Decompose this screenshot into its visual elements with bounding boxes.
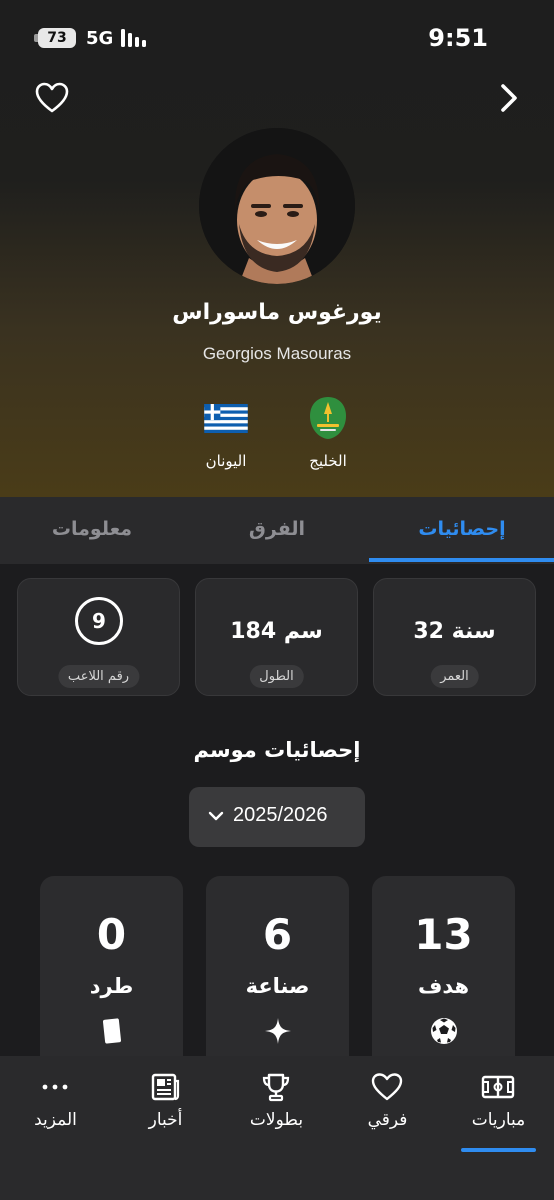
player-photo (199, 128, 355, 284)
nav-active-indicator (461, 1148, 536, 1152)
statistics-content: 32 سنة العمر 184 سم الطول 9 رقم اللاعب إ… (0, 564, 554, 1076)
status-bar: 73 5G 9:51 (0, 20, 554, 56)
heart-icon (371, 1073, 403, 1101)
tab-info[interactable]: معلومات (0, 497, 184, 564)
goals-card[interactable]: 13 هدف (372, 876, 515, 1076)
goals-value: 13 (414, 910, 473, 959)
club-name[interactable]: الخليج (288, 452, 368, 470)
pitch-icon (481, 1075, 515, 1099)
more-dots-icon (42, 1084, 68, 1090)
signal-icon (121, 29, 146, 47)
tab-active-indicator (369, 558, 554, 562)
chevron-down-icon (208, 811, 224, 821)
status-time: 9:51 (428, 24, 488, 52)
soccer-ball-icon (431, 1018, 457, 1044)
season-stats-title: إحصائيات موسم (193, 738, 361, 762)
player-name-arabic: يورغوس ماسوراس (172, 300, 382, 325)
player-name-english: Georgios Masouras (202, 344, 352, 363)
nav-leagues[interactable]: بطولات (221, 1056, 332, 1156)
greece-flag-icon[interactable] (204, 404, 248, 433)
nav-my-teams[interactable]: فرقي (332, 1056, 443, 1156)
nav-matches-label: مباريات (471, 1110, 526, 1130)
club-logo-icon[interactable] (308, 396, 348, 440)
assists-card[interactable]: 6 صناعة (206, 876, 349, 1076)
tab-statistics[interactable]: إحصائيات (370, 497, 554, 564)
height-value: 184 سم (230, 619, 323, 644)
assists-value: 6 (262, 910, 293, 959)
red-cards-value: 0 (96, 910, 127, 959)
goals-label: هدف (417, 974, 470, 998)
nav-more-label: المزيد (34, 1110, 77, 1130)
country-name[interactable]: اليونان (186, 452, 266, 470)
jersey-number-card: 9 رقم اللاعب (17, 578, 180, 696)
player-header: 73 5G 9:51 يورغوس ماسوراس Georgios Masou… (0, 0, 554, 497)
newspaper-icon (151, 1073, 180, 1101)
nav-more[interactable]: المزيد (0, 1056, 111, 1156)
network-type: 5G (86, 28, 114, 49)
sparkle-icon (265, 1018, 291, 1044)
age-value: 32 سنة (413, 619, 496, 644)
battery-indicator: 73 (34, 28, 76, 48)
season-selected-value: 2025/2026 (233, 804, 328, 826)
player-avatar (199, 128, 355, 284)
heart-outline-icon[interactable] (35, 82, 69, 114)
nav-leagues-label: بطولات (249, 1110, 304, 1130)
jersey-number: 9 (75, 597, 123, 645)
nav-news[interactable]: أخبار (110, 1056, 221, 1156)
tab-bar: إحصائيات الفرق معلومات (0, 497, 554, 564)
jersey-number-label: رقم اللاعب (57, 665, 140, 688)
red-cards-label: طرد (89, 974, 134, 998)
height-card: 184 سم الطول (195, 578, 358, 696)
assists-label: صناعة (245, 974, 310, 998)
nav-matches[interactable]: مباريات (443, 1056, 554, 1156)
tab-teams[interactable]: الفرق (185, 497, 369, 564)
height-label: الطول (249, 665, 304, 688)
bottom-navigation: مباريات فرقي بطولات أخبار المزيد (0, 1056, 554, 1200)
nav-my-teams-label: فرقي (367, 1110, 408, 1130)
age-card: 32 سنة العمر (373, 578, 536, 696)
season-dropdown[interactable]: 2025/2026 (189, 787, 365, 847)
red-cards-card[interactable]: 0 طرد (40, 876, 183, 1076)
age-label: العمر (430, 665, 479, 688)
trophy-icon (262, 1073, 290, 1102)
nav-news-label: أخبار (148, 1110, 183, 1130)
red-card-icon (102, 1018, 122, 1044)
chevron-right-icon[interactable] (498, 82, 520, 114)
